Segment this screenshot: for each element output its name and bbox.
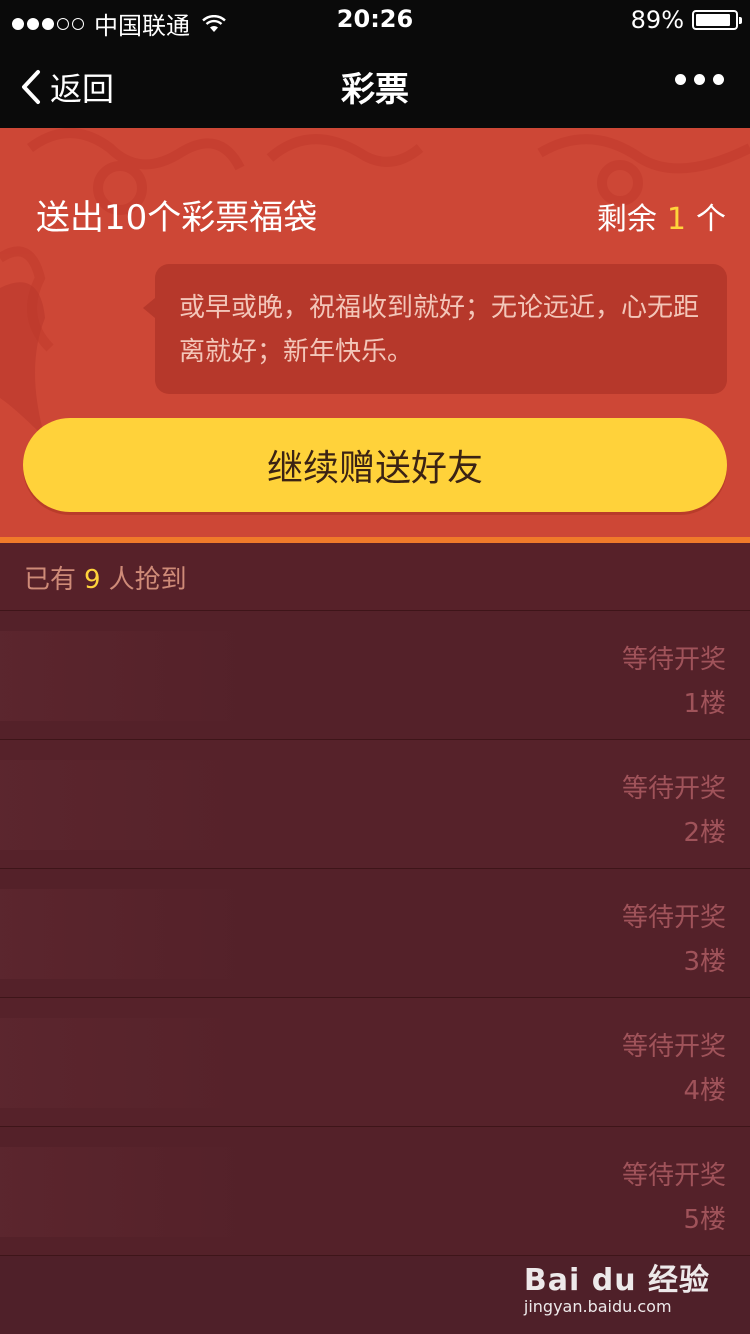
remaining-count: 剩余 1 个 — [597, 194, 726, 238]
recipient-list: 等待开奖 1楼 等待开奖 2楼 等待开奖 3楼 等待开奖 4楼 等待开奖 5楼 — [0, 611, 750, 1256]
summary-prefix: 已有 — [24, 565, 77, 595]
avatar — [0, 889, 250, 979]
blessing-message-bubble: 或早或晚，祝福收到就好；无论远近，心无距离就好；新年快乐。 — [143, 264, 727, 394]
floor-number: 5楼 — [683, 1205, 726, 1235]
draw-status: 等待开奖 — [621, 903, 726, 933]
list-item[interactable]: 等待开奖 4楼 — [0, 998, 750, 1127]
floor-number: 2楼 — [683, 818, 726, 848]
remain-number: 1 — [666, 202, 686, 237]
lucky-bag-header: 送出10个彩票福袋 剩余 1 个 或早或晚，祝福收到就好；无论远近，心无距离就好；新… — [0, 128, 750, 537]
more-options-icon[interactable] — [675, 74, 724, 85]
list-item[interactable]: 等待开奖 5楼 — [0, 1127, 750, 1256]
baidu-jingyan-watermark: Bai du 经验 jingyan.baidu.com — [524, 1255, 710, 1316]
draw-status: 等待开奖 — [621, 1032, 726, 1062]
list-item[interactable]: 等待开奖 2楼 — [0, 740, 750, 869]
battery-percent: 89% — [630, 6, 684, 34]
avatar — [0, 631, 250, 721]
claimed-summary: 已有 9 人抢到 — [0, 543, 750, 611]
watermark-brand: Bai du 经验 — [523, 1263, 710, 1298]
battery-status: 89% — [630, 6, 742, 34]
draw-status: 等待开奖 — [621, 645, 726, 675]
summary-count: 9 — [84, 565, 101, 595]
avatar — [0, 1018, 250, 1108]
list-item[interactable]: 等待开奖 3楼 — [0, 869, 750, 998]
continue-gift-button[interactable]: 继续赠送好友 — [23, 418, 727, 512]
remain-prefix: 剩余 — [596, 202, 657, 237]
status-bar: 中国联通 20:26 89% — [0, 0, 750, 40]
floor-number: 1楼 — [683, 689, 726, 719]
page-title: 彩票 — [341, 70, 409, 110]
draw-status: 等待开奖 — [621, 774, 726, 804]
draw-status: 等待开奖 — [621, 1161, 726, 1191]
list-item[interactable]: 等待开奖 1楼 — [0, 611, 750, 740]
floor-number: 4楼 — [683, 1076, 726, 1106]
watermark-url: jingyan.baidu.com — [523, 1297, 672, 1316]
sender-text: 送出10个彩票福袋 — [36, 198, 318, 238]
navigation-bar: 返回 彩票 — [0, 40, 750, 128]
avatar — [0, 760, 250, 850]
summary-suffix: 人抢到 — [108, 565, 187, 595]
battery-icon — [692, 10, 742, 30]
remain-suffix: 个 — [696, 202, 726, 237]
avatar — [0, 1147, 250, 1237]
floor-number: 3楼 — [683, 947, 726, 977]
